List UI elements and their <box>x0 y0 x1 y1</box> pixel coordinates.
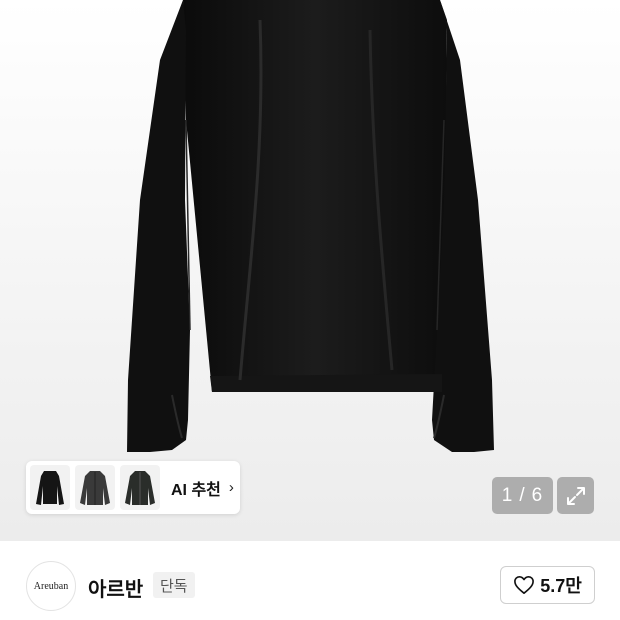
charcoal-jacket-thumbnail[interactable] <box>75 465 115 510</box>
expand-button[interactable] <box>557 477 594 514</box>
counter-separator: / <box>519 484 526 506</box>
ai-recommend-label[interactable]: AI 추천 <box>171 476 221 500</box>
counter-current: 1 <box>501 484 514 506</box>
dark-zip-jacket-thumbnail[interactable] <box>120 465 160 510</box>
heart-icon <box>514 576 535 594</box>
black-top-thumbnail[interactable] <box>30 465 70 510</box>
brand-name[interactable]: 아르반 <box>88 573 143 602</box>
like-count: 5.7만 <box>540 576 582 596</box>
brand-logo[interactable]: Areuban <box>26 561 76 611</box>
ai-recommend-strip[interactable]: AI 추천 › <box>26 461 240 514</box>
expand-icon <box>566 486 585 505</box>
exclusive-badge: 단독 <box>153 572 195 598</box>
brand-logo-text: Areuban <box>33 580 69 592</box>
product-image-gallery[interactable]: AI 추천 › 1 / 6 <box>0 0 620 541</box>
brand-bar: Areuban 아르반 단독 5.7만 <box>0 541 620 620</box>
like-button[interactable]: 5.7만 <box>500 566 595 604</box>
chevron-right-icon[interactable]: › <box>229 479 234 496</box>
counter-total: 6 <box>531 484 544 506</box>
product-image <box>127 0 494 452</box>
image-counter: 1 / 6 <box>492 477 553 514</box>
